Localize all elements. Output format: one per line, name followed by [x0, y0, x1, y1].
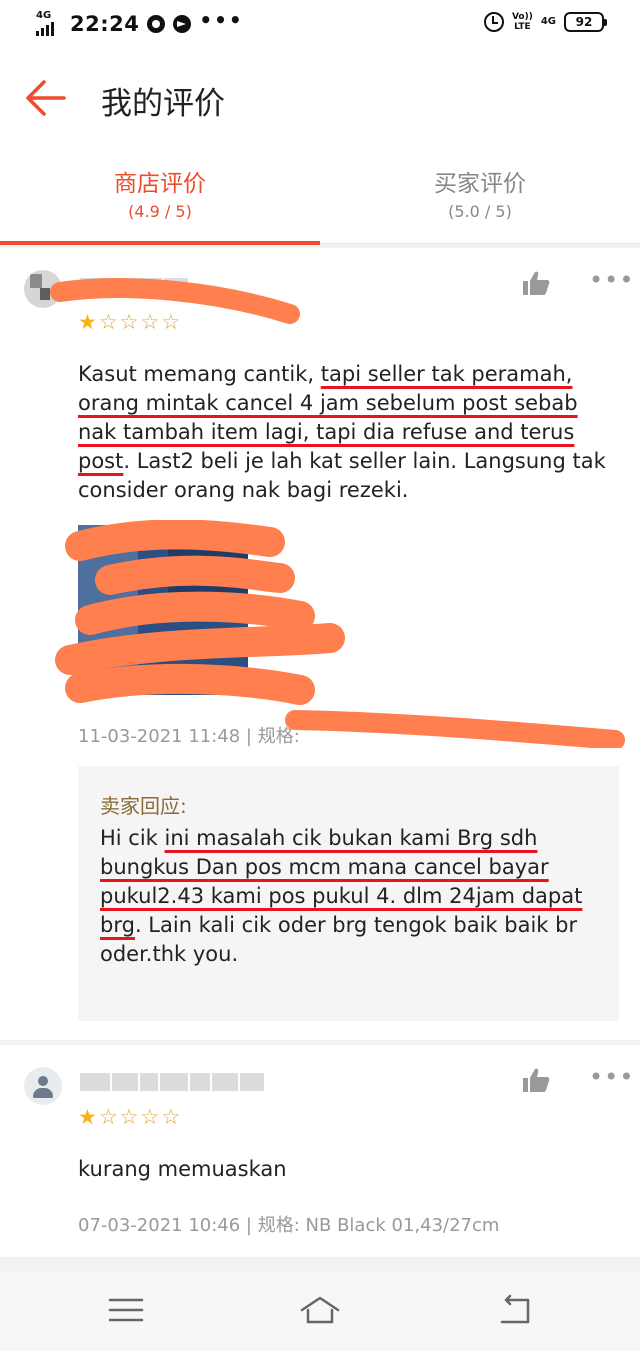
star-empty-icon: ☆ — [119, 1105, 141, 1129]
telegram-icon — [173, 15, 192, 33]
star-empty-icon: ☆ — [98, 1105, 120, 1129]
active-tab-indicator — [0, 241, 320, 245]
thumbs-up-icon[interactable] — [522, 270, 550, 296]
network-type-right: 4G — [540, 16, 556, 27]
more-dots-icon[interactable]: ••• — [589, 266, 634, 294]
star-filled-icon: ★ — [78, 310, 99, 334]
status-left: 4G 22:24 ••• — [34, 8, 244, 38]
review-card: ••• ★☆☆☆☆ Kasut memang cantik, tapi sell… — [0, 248, 640, 1040]
tab-shop-reviews-label: 商店评价 — [114, 171, 206, 197]
signal-icon: 4G — [34, 10, 62, 38]
system-nav-bar — [0, 1272, 640, 1351]
chrome-icon — [147, 15, 166, 33]
avatar[interactable] — [24, 270, 62, 308]
tab-buyer-reviews[interactable]: 买家评价 (5.0 / 5) — [320, 148, 640, 244]
review-tabs: 商店评价 (4.9 / 5) 买家评价 (5.0 / 5) — [0, 148, 640, 245]
more-dots-icon[interactable]: ••• — [589, 1063, 634, 1091]
star-filled-icon: ★ — [78, 1105, 99, 1129]
status-bar: 4G 22:24 ••• Vo)) LTE 4G 92 — [0, 0, 640, 52]
volte-indicator: Vo)) LTE — [512, 12, 533, 32]
review-date: 11-03-2021 11:48 — [78, 726, 241, 747]
more-notifications-icon: ••• — [199, 8, 244, 32]
seller-reply: 卖家回应: Hi cik ini masalah cik bukan kami … — [78, 766, 619, 1021]
menu-icon[interactable] — [104, 1294, 148, 1326]
review-photo[interactable] — [78, 525, 248, 695]
status-time: 22:24 — [70, 12, 140, 36]
star-rating: ★☆☆☆☆ — [78, 310, 182, 334]
tab-buyer-reviews-score: (5.0 / 5) — [448, 202, 512, 221]
star-empty-icon: ☆ — [140, 1105, 162, 1129]
tab-buyer-reviews-label: 买家评价 — [434, 171, 526, 197]
home-icon[interactable] — [298, 1294, 342, 1326]
review-text-part: Kasut memang cantik, — [78, 362, 321, 386]
seller-reply-title: 卖家回应: — [100, 794, 187, 818]
redaction-scribble — [285, 710, 625, 748]
review-card: ••• ★☆☆☆☆ kurang memuaskan 07-03-2021 10… — [0, 1045, 640, 1257]
lte-label: LTE — [514, 22, 531, 32]
seller-reply-text: Hi cik ini masalah cik bukan kami Brg sd… — [100, 824, 610, 969]
thumbs-up-icon[interactable] — [522, 1067, 550, 1093]
review-meta: 07-03-2021 10:46 | 规格: NB Black 01,43/27… — [78, 1215, 500, 1236]
network-type-label: 4G — [36, 10, 52, 21]
star-empty-icon: ☆ — [140, 310, 162, 334]
review-text-part: . Last2 beli je lah kat seller lain. Lan… — [78, 449, 606, 502]
battery-icon: 92 — [564, 12, 607, 32]
variation-value: NB Black 01,43/27cm — [305, 1215, 500, 1236]
tab-shop-reviews-score: (4.9 / 5) — [128, 202, 192, 221]
back-icon[interactable] — [492, 1294, 536, 1326]
review-text: kurang memuaskan — [78, 1157, 287, 1181]
variation-label: 规格: — [257, 1215, 300, 1236]
page-title: 我的评价 — [101, 86, 225, 122]
star-empty-icon: ☆ — [161, 310, 183, 334]
review-text: Kasut memang cantik, tapi seller tak per… — [78, 360, 608, 505]
battery-level: 92 — [575, 15, 593, 29]
status-right: Vo)) LTE 4G 92 — [483, 12, 607, 32]
star-empty-icon: ☆ — [98, 310, 120, 334]
app-header: 我的评价 — [0, 52, 640, 148]
avatar[interactable] — [24, 1067, 62, 1105]
review-date: 07-03-2021 10:46 — [78, 1215, 241, 1236]
alarm-icon — [483, 12, 504, 32]
variation-label: 规格: — [257, 726, 300, 747]
review-meta: 11-03-2021 11:48 | 规格: — [78, 726, 300, 747]
back-arrow-icon[interactable] — [24, 78, 66, 118]
star-empty-icon: ☆ — [161, 1105, 183, 1129]
volte-label: Vo)) — [511, 12, 533, 22]
username-blurred — [80, 1073, 264, 1091]
star-empty-icon: ☆ — [119, 310, 141, 334]
reply-text-part: . Lain kali cik oder brg tengok baik bai… — [100, 913, 578, 966]
reply-text-part: Hi cik — [100, 826, 165, 850]
star-rating: ★☆☆☆☆ — [78, 1105, 182, 1129]
tab-shop-reviews[interactable]: 商店评价 (4.9 / 5) — [0, 148, 320, 245]
username-blurred — [80, 278, 188, 296]
